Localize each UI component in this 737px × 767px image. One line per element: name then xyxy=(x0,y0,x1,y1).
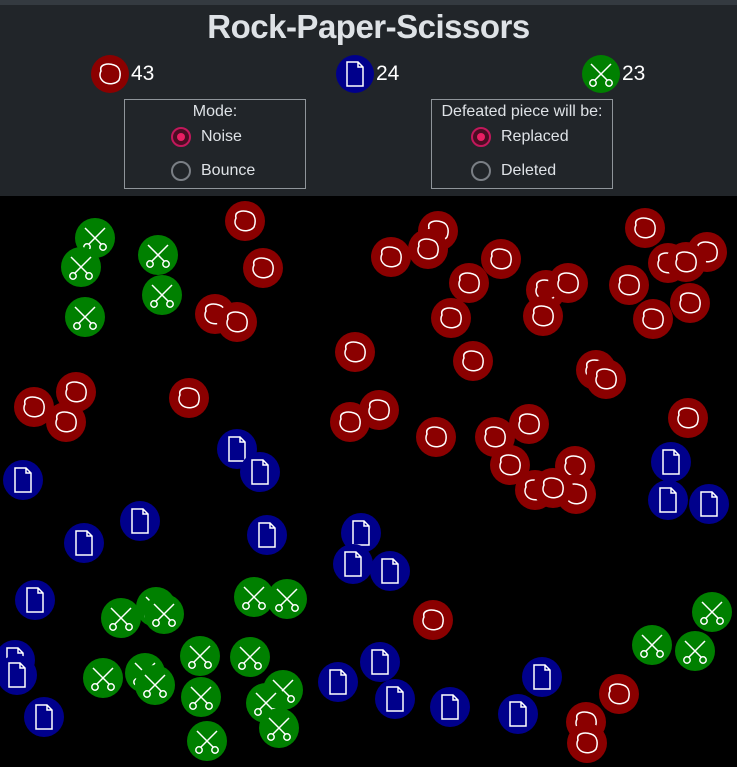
rock-piece xyxy=(567,723,607,763)
paper-piece xyxy=(64,523,104,563)
scissors-piece xyxy=(142,275,182,315)
page-title: Rock-Paper-Scissors xyxy=(207,8,530,45)
mode-bounce-label: Bounce xyxy=(201,162,256,179)
mode-bounce-radio[interactable] xyxy=(171,161,191,181)
scissors-icon xyxy=(582,55,620,93)
paper-piece xyxy=(247,515,287,555)
defeated-deleted-label: Deleted xyxy=(501,162,557,179)
paper-piece xyxy=(15,580,55,620)
rock-icon xyxy=(91,55,129,93)
rock-piece xyxy=(413,600,453,640)
rock-piece xyxy=(371,237,411,277)
rock-piece xyxy=(359,390,399,430)
paper-piece xyxy=(120,501,160,541)
rock-piece xyxy=(217,302,257,342)
paper-piece xyxy=(689,484,729,524)
scissors-count: 23 xyxy=(582,55,645,93)
paper-piece xyxy=(318,662,358,702)
paper-piece xyxy=(430,687,470,727)
rock-piece xyxy=(599,674,639,714)
rock-piece xyxy=(335,332,375,372)
scissors-piece xyxy=(138,235,178,275)
scissors-piece xyxy=(101,598,141,638)
scissors-piece xyxy=(230,637,270,677)
scissors-piece xyxy=(61,247,101,287)
rock-count-value: 43 xyxy=(131,62,155,85)
rock-piece xyxy=(416,417,456,457)
paper-piece xyxy=(240,452,280,492)
defeated-fieldset: Defeated piece will be: Replaced Deleted xyxy=(431,99,613,189)
rock-piece xyxy=(509,404,549,444)
mode-fieldset: Mode: Noise Bounce xyxy=(124,99,306,189)
paper-count-value: 24 xyxy=(376,62,400,85)
scissors-piece xyxy=(144,594,184,634)
defeated-replaced-label: Replaced xyxy=(501,128,569,145)
scissors-piece xyxy=(181,677,221,717)
paper-icon xyxy=(336,55,374,93)
rock-piece xyxy=(408,229,448,269)
rock-piece xyxy=(586,359,626,399)
mode-noise-radio[interactable] xyxy=(171,127,191,147)
rock-piece xyxy=(243,248,283,288)
paper-piece xyxy=(24,697,64,737)
paper-piece xyxy=(3,460,43,500)
rock-piece xyxy=(225,201,265,241)
mode-option-noise[interactable]: Noise xyxy=(171,127,242,147)
scissors-piece xyxy=(135,665,175,705)
paper-piece xyxy=(522,657,562,697)
rock-piece xyxy=(533,468,573,508)
paper-piece xyxy=(360,642,400,682)
arena-canvas xyxy=(0,201,732,763)
rock-piece xyxy=(46,402,86,442)
rock-piece xyxy=(169,378,209,418)
rock-piece xyxy=(670,283,710,323)
scissors-count-value: 23 xyxy=(622,62,646,85)
paper-piece xyxy=(648,480,688,520)
scissors-piece xyxy=(632,625,672,665)
rock-piece xyxy=(668,398,708,438)
rock-piece xyxy=(633,299,673,339)
header-panel: Rock-Paper-Scissors 43 24 23 Mode: Noise… xyxy=(0,0,737,196)
rock-piece xyxy=(625,208,665,248)
rock-count: 43 xyxy=(91,55,154,93)
paper-piece xyxy=(498,694,538,734)
rock-piece xyxy=(666,242,706,282)
defeated-option-deleted[interactable]: Deleted xyxy=(471,161,556,181)
scissors-piece xyxy=(65,297,105,337)
defeated-replaced-radio[interactable] xyxy=(471,127,491,147)
scissors-piece xyxy=(83,658,123,698)
rock-piece xyxy=(609,265,649,305)
rock-piece xyxy=(431,298,471,338)
mode-legend: Mode: xyxy=(192,103,238,120)
scissors-piece xyxy=(267,579,307,619)
header-top-border xyxy=(0,0,737,5)
rock-piece xyxy=(548,263,588,303)
defeated-deleted-radio[interactable] xyxy=(471,161,491,181)
rock-piece xyxy=(481,239,521,279)
rock-piece xyxy=(449,263,489,303)
paper-count: 24 xyxy=(336,55,399,93)
defeated-legend: Defeated piece will be: xyxy=(441,103,603,120)
game-arena[interactable] xyxy=(0,196,737,767)
mode-option-bounce[interactable]: Bounce xyxy=(171,161,255,181)
paper-piece xyxy=(375,679,415,719)
scissors-piece xyxy=(187,721,227,761)
mode-noise-label: Noise xyxy=(201,128,242,145)
paper-piece xyxy=(651,442,691,482)
paper-piece xyxy=(370,551,410,591)
defeated-option-replaced[interactable]: Replaced xyxy=(471,127,569,147)
rock-piece xyxy=(453,341,493,381)
scissors-piece xyxy=(180,636,220,676)
scissors-piece xyxy=(692,592,732,632)
scissors-piece xyxy=(259,708,299,748)
paper-piece xyxy=(333,544,373,584)
scissors-piece xyxy=(675,631,715,671)
rock-piece xyxy=(523,296,563,336)
